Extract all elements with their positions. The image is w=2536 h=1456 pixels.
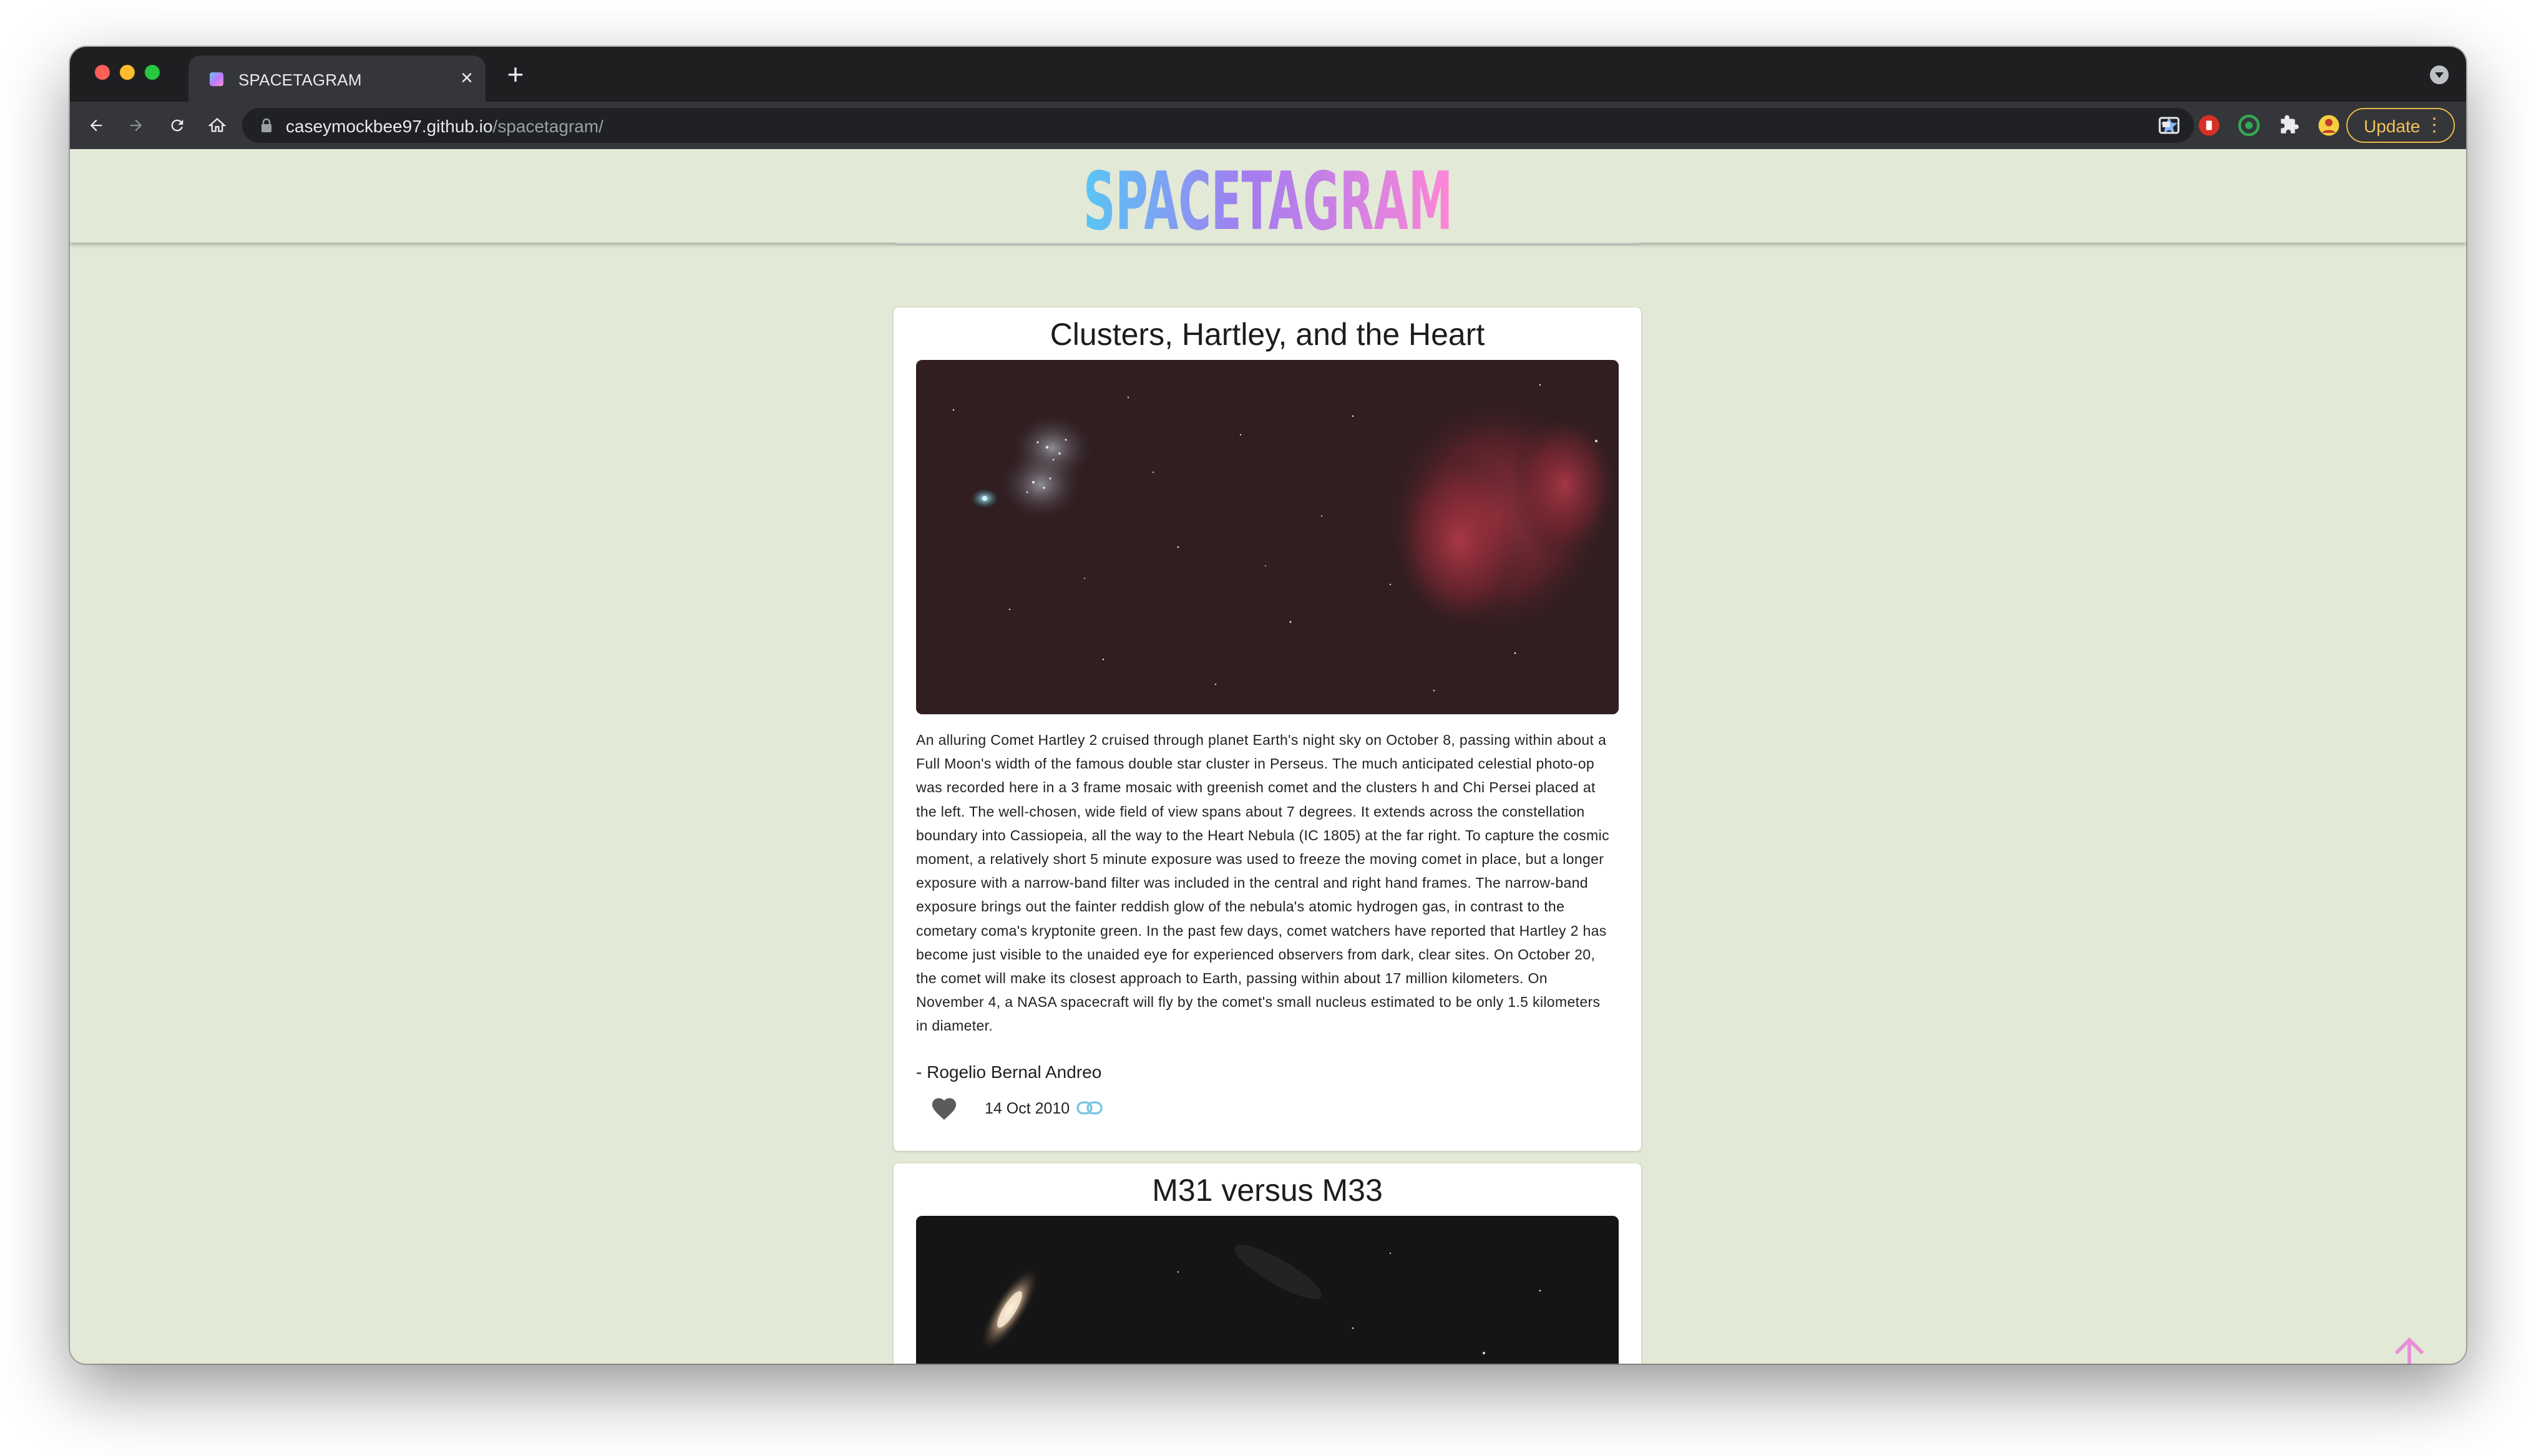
url-host: caseymockbee97.github.io <box>286 117 493 136</box>
new-tab-button[interactable]: + <box>500 59 530 89</box>
post-image[interactable] <box>916 1216 1619 1364</box>
post-title: M31 versus M33 <box>1152 1173 1383 1208</box>
back-icon <box>90 119 102 132</box>
site-header: SPACETAGRAM <box>70 149 2466 243</box>
cast-icon[interactable] <box>2158 114 2180 137</box>
maximize-window-button[interactable] <box>145 65 160 80</box>
home-button[interactable] <box>201 109 233 142</box>
url-path: /spacetagram/ <box>492 117 603 136</box>
post-image[interactable] <box>916 360 1619 714</box>
home-icon <box>208 117 227 132</box>
minimize-window-button[interactable] <box>120 65 135 80</box>
tab-search-button[interactable] <box>2430 66 2449 84</box>
tab-bar: SPACETAGRAM × + <box>70 47 2466 102</box>
extension-green-icon[interactable] <box>2238 114 2260 137</box>
logo-text: SPACETAGRAM <box>1083 155 1453 238</box>
forward-icon <box>130 119 142 132</box>
reload-icon <box>171 119 183 132</box>
tab-close-button[interactable]: × <box>456 67 478 89</box>
back-button[interactable] <box>80 109 112 142</box>
extension-red-icon[interactable] <box>2198 114 2220 137</box>
browser-menu-icon[interactable]: ⋮ <box>2425 114 2444 137</box>
close-window-button[interactable] <box>95 65 110 80</box>
tab-title: SPACETAGRAM <box>238 70 362 89</box>
post-date: 14 Oct 2010 <box>985 1100 1070 1117</box>
browser-toolbar: caseymockbee97.github.io/spacetagram/ Up… <box>70 102 2466 149</box>
url-text: caseymockbee97.github.io/spacetagram/ <box>286 117 603 137</box>
address-bar[interactable]: caseymockbee97.github.io/spacetagram/ <box>242 108 2194 143</box>
tab-spacetagram[interactable]: SPACETAGRAM × <box>188 56 485 102</box>
forward-button[interactable] <box>120 109 152 142</box>
link-icon[interactable] <box>1076 1099 1103 1117</box>
extensions-puzzle-icon[interactable] <box>2278 114 2300 137</box>
post-explanation: An alluring Comet Hartley 2 cruised thro… <box>916 732 1609 1034</box>
favicon-icon <box>210 72 223 86</box>
galaxy-photo <box>916 1216 1619 1364</box>
update-button[interactable]: Update ⋮ <box>2346 108 2455 143</box>
browser-window: SPACETAGRAM × + caseymockbee97.github.io… <box>70 47 2466 1364</box>
update-label: Update <box>2364 117 2421 136</box>
post-card: Clusters, Hartley, and the Heart An allu… <box>894 308 1641 1151</box>
nebula-photo <box>916 360 1619 714</box>
reload-button[interactable] <box>161 109 193 142</box>
profile-avatar-icon[interactable] <box>2318 114 2340 137</box>
heart-icon[interactable] <box>930 1095 958 1121</box>
page-viewport[interactable]: SPACETAGRAM Clusters, Hartley, and the H… <box>70 149 2466 1364</box>
post-title: Clusters, Hartley, and the Heart <box>1050 317 1485 352</box>
arrow-up-icon[interactable] <box>2387 1332 2431 1364</box>
lock-icon <box>261 118 271 132</box>
spacetagram-logo[interactable]: SPACETAGRAM <box>1080 153 1456 238</box>
post-copyright: - Rogelio Bernal Andreo <box>916 1062 1102 1082</box>
post-card: M31 versus M33 <box>894 1163 1641 1364</box>
